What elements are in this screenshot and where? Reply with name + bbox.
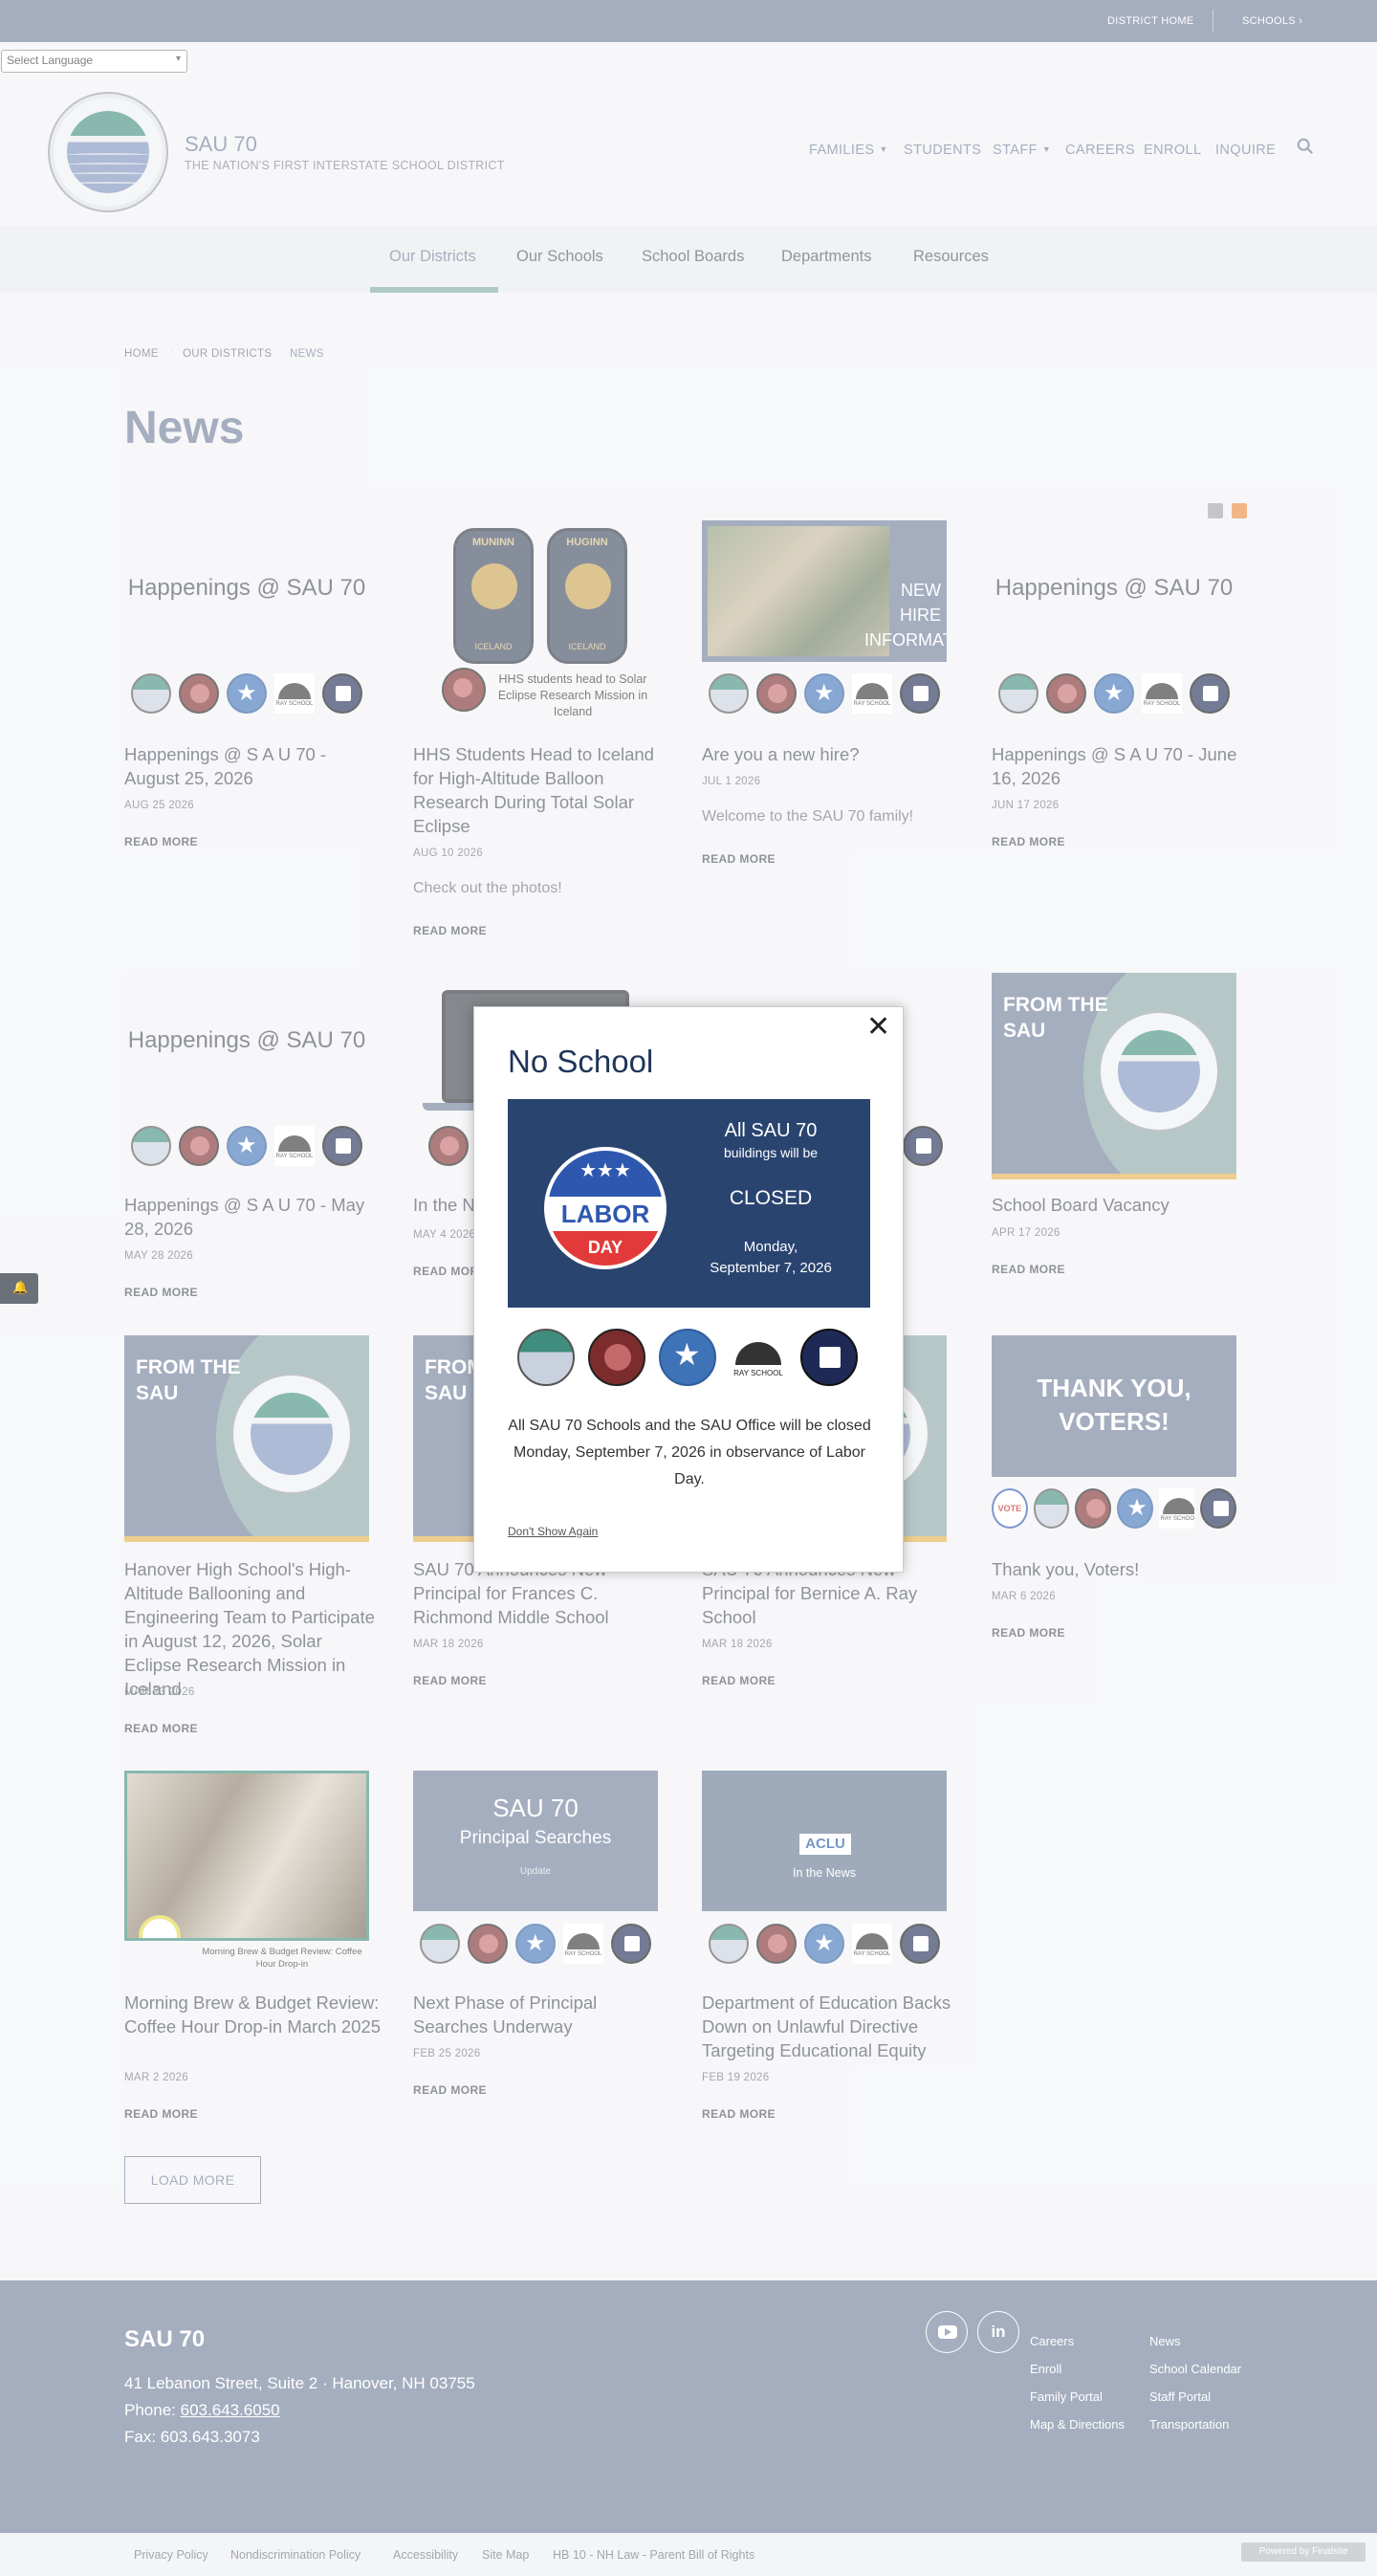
dont-show-again-link[interactable]: Don't Show Again [508,1525,598,1538]
close-icon[interactable]: ✕ [866,1013,890,1042]
modal-title: No School [508,1044,654,1079]
labor-day-graphic: ★★★ LABOR DAY All SAU 70 buildings will … [508,1099,870,1308]
labor-day-disc: ★★★ LABOR DAY [544,1147,667,1269]
stars-icon: ★★★ [548,1151,663,1197]
alert-toggle[interactable]: 🔔 [0,1273,38,1304]
date-line-2: September 7, 2026 [710,1260,832,1276]
closed-text: CLOSED [729,1187,813,1209]
modal-school-badges [517,1329,858,1386]
no-school-modal: ✕ No School ★★★ LABOR DAY All SAU 70 bui… [473,1006,904,1573]
modal-body: All SAU 70 Schools and the SAU Office wi… [508,1418,871,1487]
day-text: DAY [548,1231,663,1266]
buildings-text: buildings will be [723,1145,819,1160]
date-line-1: Monday, [743,1239,798,1255]
labor-text: LABOR [548,1197,663,1231]
all-sau-text: All SAU 70 [724,1120,818,1141]
bell-icon: 🔔 [12,1280,29,1294]
